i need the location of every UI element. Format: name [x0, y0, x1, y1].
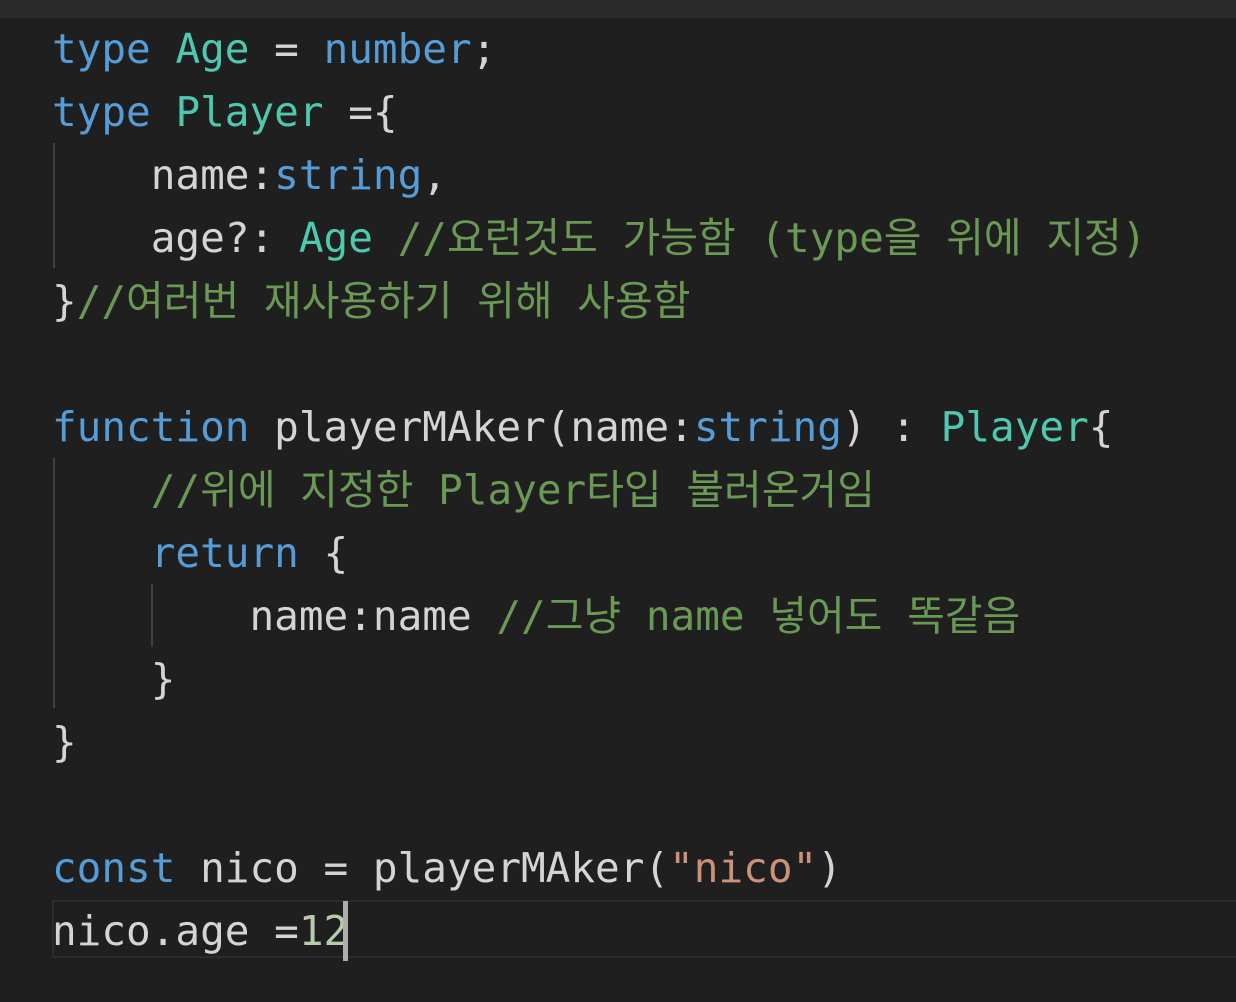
comment-token: //그냥 name 넣어도 똑같음 — [496, 592, 1021, 640]
code-token: } — [52, 718, 77, 766]
keyword-token: const — [52, 844, 176, 892]
type-token: Player — [940, 403, 1089, 451]
text-cursor — [343, 901, 348, 961]
code-token: playerMAker(name: — [249, 403, 694, 451]
code-token: ) : — [841, 403, 941, 451]
code-line: } — [52, 711, 77, 774]
code-line: type Player ={ — [52, 81, 398, 144]
code-line: } — [52, 648, 176, 711]
code-token: } — [52, 277, 77, 325]
code-line: }//여러번 재사용하기 위해 사용함 — [52, 270, 690, 333]
code-line: function playerMAker(name:string) : Play… — [52, 396, 1113, 459]
code-line: name:name //그냥 name 넣어도 똑같음 — [52, 585, 1020, 648]
code-line: type Age = number; — [52, 18, 496, 81]
code-token: nico = playerMAker( — [175, 844, 670, 892]
code-line: const nico = playerMAker("nico") — [52, 837, 842, 900]
code-token: nico.age = — [52, 907, 299, 955]
code-token: { — [1088, 403, 1114, 451]
editor-tab-bar — [0, 0, 1236, 18]
code-line: nico.age =12 — [52, 900, 348, 963]
string-token: "nico" — [669, 844, 818, 892]
code-token: , — [422, 151, 447, 199]
code-line: return { — [52, 522, 348, 585]
code-token: ={ — [323, 88, 398, 136]
type-token: Player — [175, 88, 324, 136]
code-token: } — [52, 655, 176, 703]
type-token: Age — [298, 214, 373, 262]
keyword-token: string — [693, 403, 842, 451]
keyword-token: function — [52, 403, 250, 451]
comment-token: //여러번 재사용하기 위해 사용함 — [76, 277, 691, 325]
code-line: age?: Age //요런것도 가능함 (type을 위에 지정) — [52, 207, 1147, 270]
keyword-token: number — [323, 25, 472, 73]
code-line: //위에 지정한 Player타입 불러온거임 — [52, 459, 875, 522]
code-token: name:name — [52, 592, 497, 640]
type-token: Age — [175, 25, 250, 73]
keyword-token: type — [52, 88, 151, 136]
code-token: ) — [817, 844, 842, 892]
code-editor[interactable]: type Age = number; type Player ={ name:s… — [0, 18, 1236, 1002]
number-token: 12 — [298, 907, 349, 955]
comment-token: //위에 지정한 Player타입 불러온거임 — [150, 466, 875, 514]
keyword-token: return — [150, 529, 299, 577]
code-token: = — [249, 25, 324, 73]
code-token: age?: — [52, 214, 299, 262]
code-token: name: — [52, 151, 275, 199]
comment-token: //요런것도 가능함 (type을 위에 지정) — [397, 214, 1147, 262]
code-line: name:string, — [52, 144, 447, 207]
code-token: ; — [471, 25, 497, 73]
keyword-token: type — [52, 25, 151, 73]
code-token: { — [298, 529, 349, 577]
keyword-token: string — [274, 151, 423, 199]
